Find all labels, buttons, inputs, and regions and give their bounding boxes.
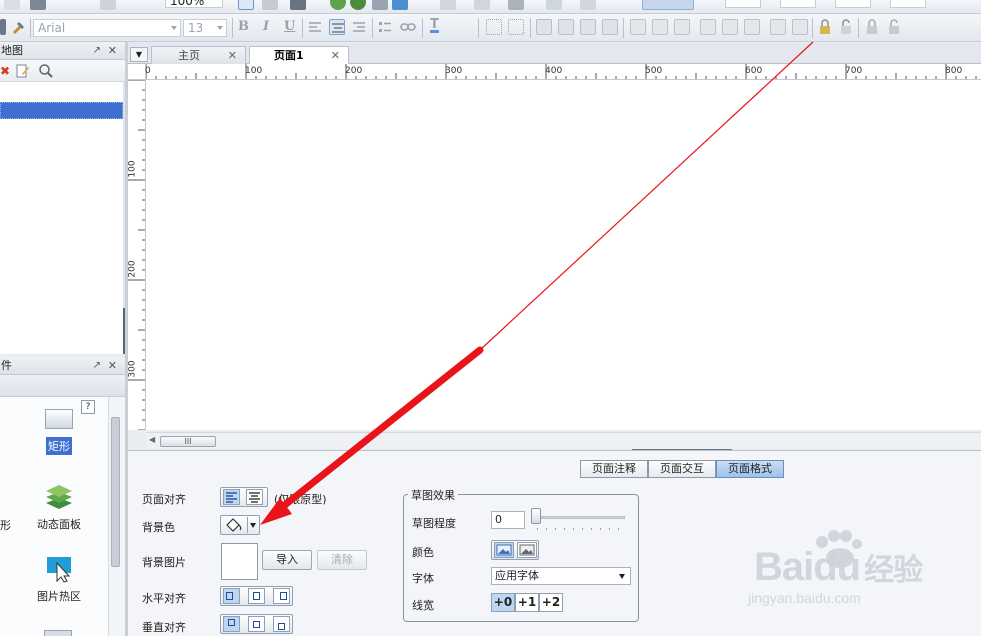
annotation-overlay: [260, 41, 814, 525]
annotation-thin-line: [479, 41, 814, 351]
annotation-thick-arrow: [272, 346, 484, 516]
